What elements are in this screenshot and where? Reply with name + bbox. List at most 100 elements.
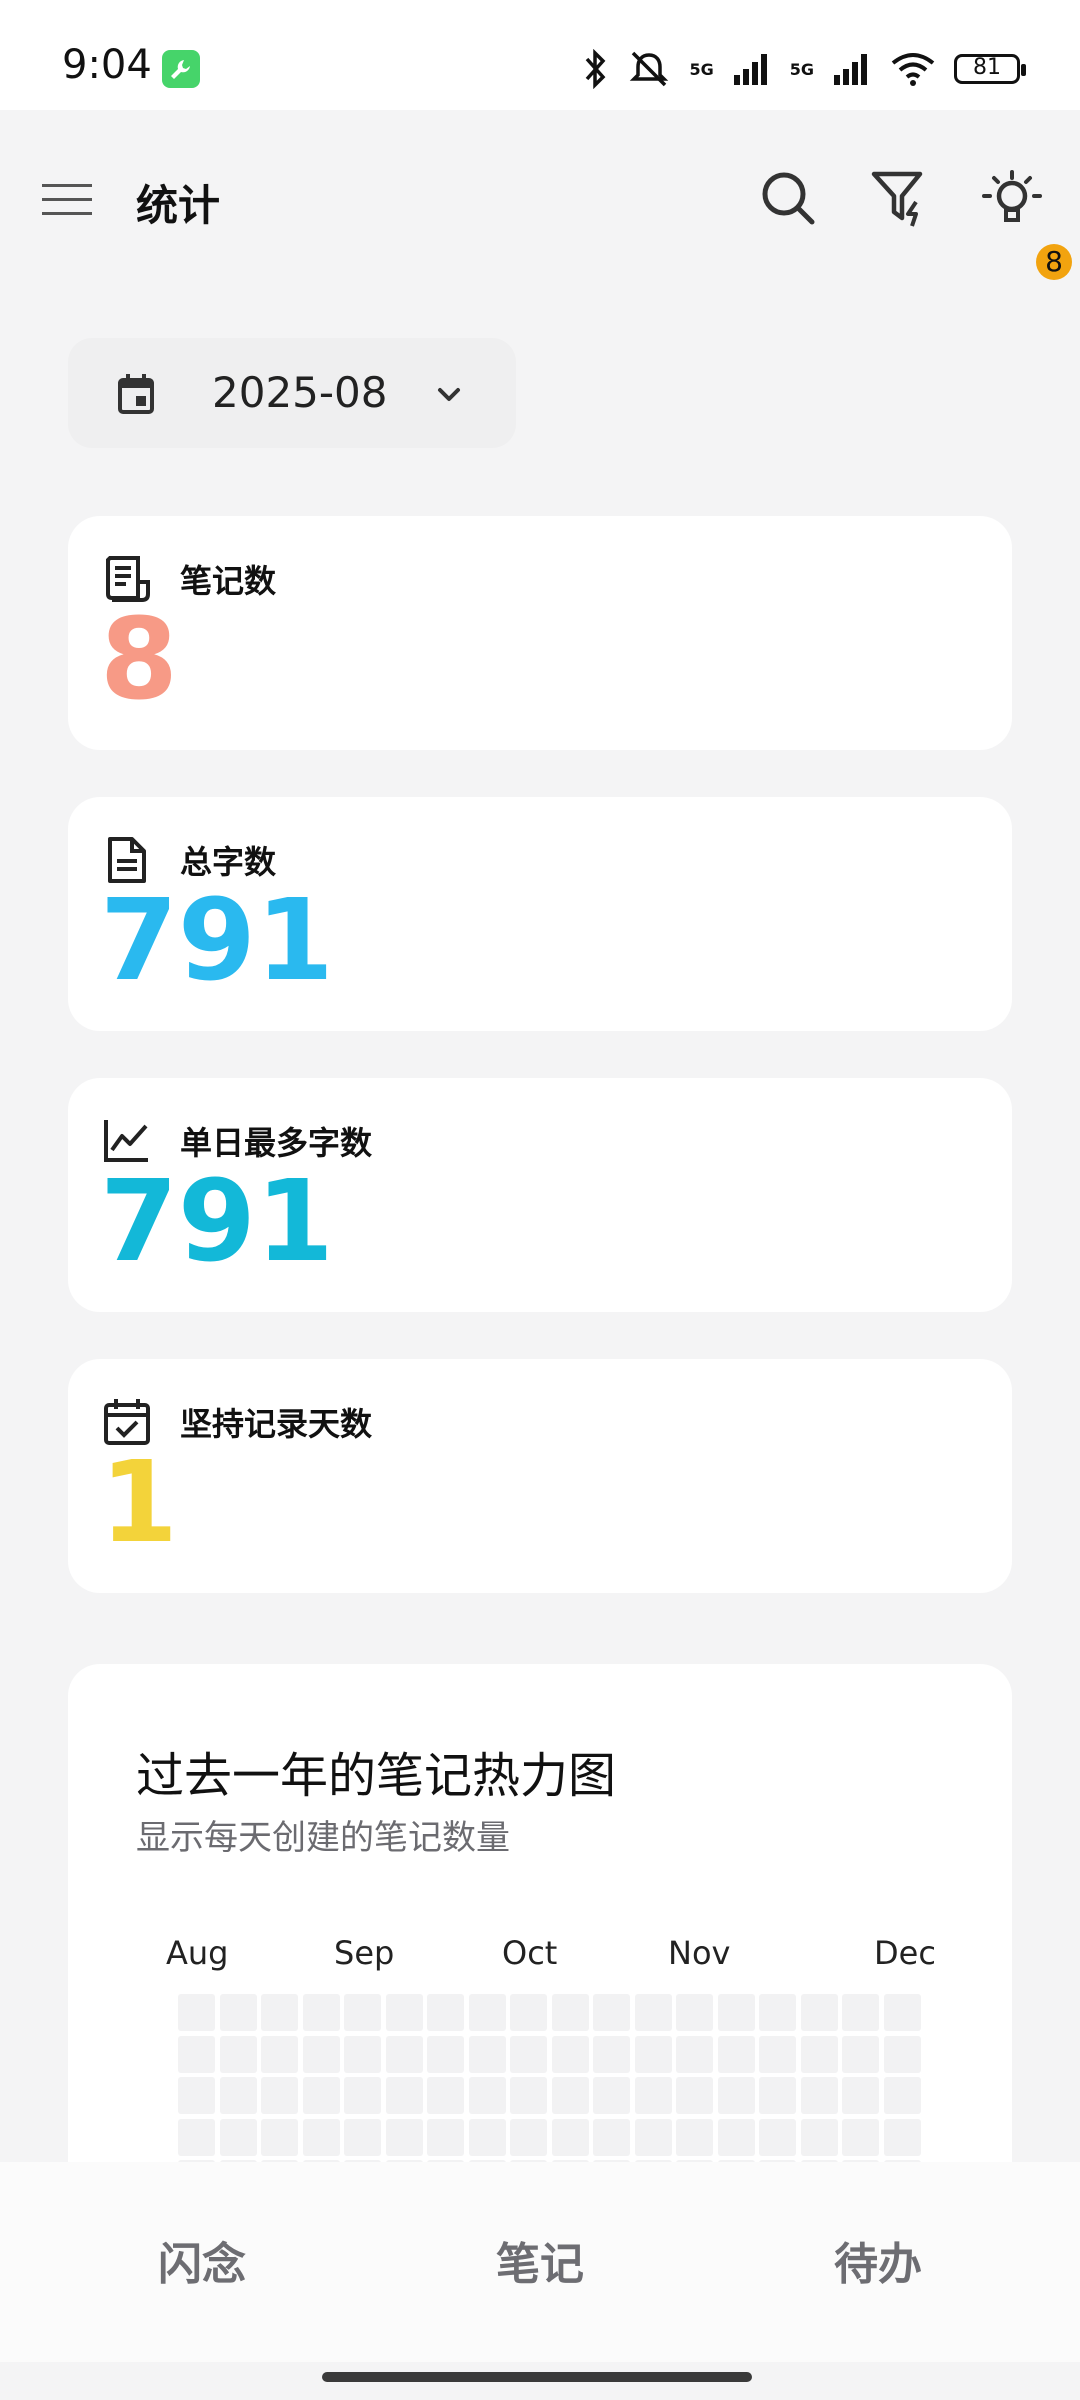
bluetooth-icon: [586, 49, 606, 89]
wrench-app-icon: [162, 50, 200, 88]
stat-card-max-daily-words: 单日最多字数 791: [68, 1078, 1012, 1312]
heatmap-cell: [302, 2035, 340, 2073]
heatmap-cell: [676, 1994, 713, 2031]
heatmap-month-labels: Aug Sep Oct Nov Dec: [68, 1934, 1012, 1974]
heatmap-cell: [717, 2035, 755, 2073]
heatmap-cell: [510, 2077, 547, 2114]
stat-value: 1: [100, 1438, 178, 1568]
stat-card-note-count: 笔记数 8: [68, 516, 1012, 750]
heatmap-cell: [800, 2035, 838, 2073]
heatmap-cell: [883, 2035, 921, 2073]
chevron-down-icon: [438, 388, 460, 401]
heatmap-cell: [219, 2035, 257, 2073]
month-label: Oct: [502, 1934, 558, 1972]
heatmap-cell: [510, 2118, 547, 2156]
month-selector[interactable]: 2025-08: [68, 338, 516, 448]
heatmap-cell: [676, 2035, 713, 2073]
heatmap-cell: [717, 2118, 755, 2156]
home-indicator[interactable]: [322, 2372, 752, 2382]
nav-item-flash[interactable]: 闪念: [158, 2228, 246, 2292]
heatmap-cell: [551, 2118, 589, 2156]
heatmap-cell: [385, 2077, 423, 2114]
heatmap-cell: [344, 1994, 381, 2031]
stat-card-total-words: 总字数 791: [68, 797, 1012, 1031]
heatmap-cell: [261, 2035, 298, 2073]
heatmap-cell: [676, 2077, 713, 2114]
notification-badge: 8: [1036, 244, 1072, 280]
heatmap-cell: [344, 2035, 381, 2073]
heatmap-cell: [261, 2077, 298, 2114]
heatmap-cell: [842, 2035, 879, 2073]
heatmap-cell: [385, 2035, 423, 2073]
heatmap-cell: [302, 2077, 340, 2114]
heatmap-cell: [842, 2077, 879, 2114]
heatmap-cell: [759, 2035, 796, 2073]
page-title: 统计: [136, 181, 221, 230]
status-icons: 5G 5G 81: [581, 44, 1026, 94]
month-label: Dec: [874, 1934, 936, 1972]
heatmap-cell: [593, 2077, 630, 2114]
heatmap-cell: [219, 1994, 257, 2031]
heatmap-cell: [344, 2077, 381, 2114]
signal-icon: [733, 54, 767, 85]
heatmap-cell: [302, 1994, 340, 2031]
nav-item-todo[interactable]: 待办: [834, 2228, 922, 2292]
heatmap-cell: [510, 1994, 547, 2031]
heatmap-cell: [883, 2077, 921, 2114]
filter-lightning-icon[interactable]: [870, 168, 930, 228]
month-label: Nov: [668, 1934, 731, 1972]
bottom-nav: 闪念 笔记 待办: [0, 2162, 1080, 2362]
lightbulb-icon[interactable]: [982, 168, 1042, 232]
heatmap-cell: [344, 2118, 381, 2156]
search-icon[interactable]: [758, 168, 818, 228]
heatmap-cell: [593, 2035, 630, 2073]
heatmap-cell: [883, 2118, 921, 2156]
stat-label: 坚持记录天数: [180, 1405, 373, 1443]
month-label: Aug: [166, 1934, 229, 1972]
heatmap-cell: [510, 2035, 547, 2073]
nav-item-notes[interactable]: 笔记: [496, 2228, 584, 2292]
wifi-icon: [891, 53, 935, 86]
heatmap-cell: [468, 1994, 506, 2031]
heatmap-cell: [593, 2118, 630, 2156]
heatmap-cell: [427, 2077, 464, 2114]
heatmap-cell: [842, 2118, 879, 2156]
heatmap-cell: [551, 2077, 589, 2114]
heatmap-cell: [717, 2077, 755, 2114]
heatmap-cell: [634, 2035, 672, 2073]
heatmap-title: 过去一年的笔记热力图: [136, 1748, 617, 1804]
menu-icon[interactable]: [42, 180, 92, 220]
heatmap-cell: [178, 1994, 215, 2031]
heatmap-cell: [468, 2118, 506, 2156]
network-label-2: 5G: [789, 59, 814, 79]
heatmap-cell: [800, 2077, 838, 2114]
heatmap-cell: [634, 2118, 672, 2156]
battery-level: 81: [973, 55, 1001, 80]
heatmap-cell: [427, 2118, 464, 2156]
month-label: Sep: [334, 1934, 395, 1972]
heatmap-cell: [634, 2077, 672, 2114]
status-time: 9:04: [62, 42, 152, 88]
heatmap-cell: [468, 2077, 506, 2114]
heatmap-cell: [385, 2118, 423, 2156]
stat-value: 791: [100, 876, 334, 1006]
heatmap-cell: [800, 1994, 838, 2031]
heatmap-cell: [593, 1994, 630, 2031]
signal-icon-2: [834, 54, 867, 85]
calendar-icon: [118, 374, 154, 414]
heatmap-cell: [551, 1994, 589, 2031]
heatmap-cell: [178, 2118, 215, 2156]
heatmap-cell: [551, 2035, 589, 2073]
app-bar: 统计 8: [0, 110, 1080, 290]
heatmap-cell: [468, 2035, 506, 2073]
heatmap-cell: [385, 1994, 423, 2031]
mute-bell-icon: [630, 51, 669, 87]
heatmap-cell: [717, 1994, 755, 2031]
stats-page: 9:04 5G 5G 81 统计 8 2025-08 笔记数 8 总字数 791…: [0, 0, 1080, 2400]
heatmap-cell: [178, 2035, 215, 2073]
stat-value: 8: [100, 595, 178, 725]
heatmap-cell: [427, 1994, 464, 2031]
heatmap-cell: [261, 1994, 298, 2031]
heatmap-cell: [842, 1994, 879, 2031]
heatmap-cell: [883, 1994, 921, 2031]
